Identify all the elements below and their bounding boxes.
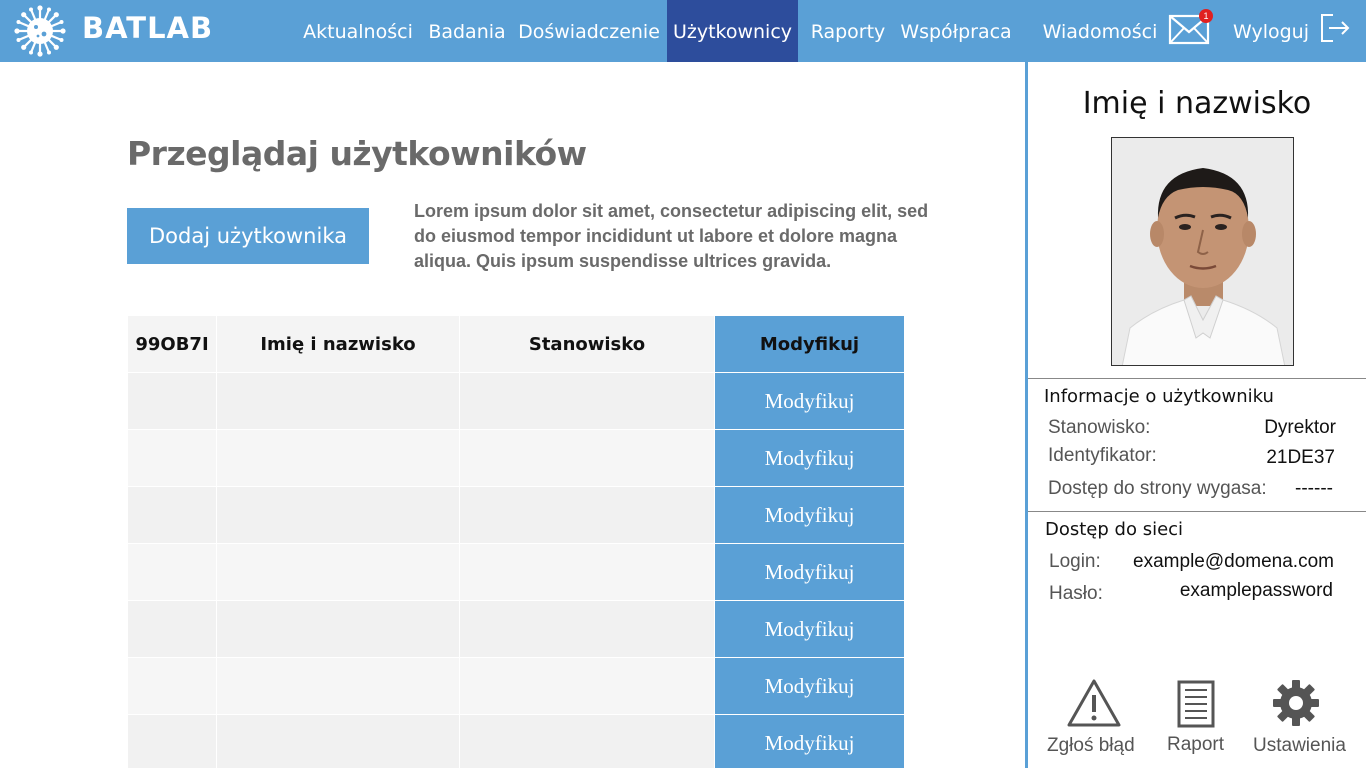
table-row: Modyfikuj xyxy=(127,486,905,544)
position-label: Stanowisko: xyxy=(1048,417,1151,438)
table-cell xyxy=(127,429,217,487)
page-description: Lorem ipsum dolor sit amet, consectetur … xyxy=(414,201,929,271)
section-separator xyxy=(1028,511,1366,512)
table-cell xyxy=(459,486,715,544)
table-cell xyxy=(216,429,460,487)
nav-item-aktualnosci[interactable]: Aktualności xyxy=(296,0,420,62)
table-cell xyxy=(459,600,715,658)
password-value: examplepassword xyxy=(1179,580,1333,601)
section-separator xyxy=(1028,378,1366,379)
password-label: Hasło: xyxy=(1049,583,1103,604)
add-user-button[interactable]: Dodaj użytkownika xyxy=(127,208,369,264)
table-cell xyxy=(216,486,460,544)
table-row: Modyfikuj xyxy=(127,600,905,658)
network-access-title: Dostęp do sieci xyxy=(1045,519,1184,540)
nav-item-uzytkownicy[interactable]: Użytkownicy xyxy=(667,0,798,62)
modify-button[interactable]: Modyfikuj xyxy=(714,372,905,430)
table-cell xyxy=(459,714,715,768)
position-value: Dyrektor xyxy=(1264,417,1336,438)
table-cell xyxy=(127,714,217,768)
nav-item-doswiadczenie[interactable]: Doświadczenie xyxy=(514,0,664,62)
nav-item-wspolpraca[interactable]: Współpraca xyxy=(897,0,1015,62)
modify-button[interactable]: Modyfikuj xyxy=(714,600,905,658)
column-header-id: 99OB7I xyxy=(127,315,217,373)
table-cell xyxy=(127,657,217,715)
brand-logo[interactable]: BATLAB xyxy=(14,5,213,57)
user-info-title: Informacje o użytkowniku xyxy=(1044,386,1274,407)
table-cell xyxy=(216,714,460,768)
table-cell xyxy=(459,543,715,601)
modify-button[interactable]: Modyfikuj xyxy=(714,657,905,715)
nav-item-wiadomosci[interactable]: Wiadomości xyxy=(1036,0,1164,62)
column-header-name: Imię i nazwisko xyxy=(216,315,460,373)
nav-item-raporty[interactable]: Raporty xyxy=(805,0,891,62)
profile-photo xyxy=(1111,137,1294,366)
column-header-position: Stanowisko xyxy=(459,315,715,373)
users-table: 99OB7I Imię i nazwisko Stanowisko Modyfi… xyxy=(127,315,905,768)
virus-logo-icon xyxy=(14,5,66,57)
access-expiry-label: Dostęp do strony wygasa: xyxy=(1048,478,1267,499)
table-cell xyxy=(459,372,715,430)
identifier-label: Identyfikator: xyxy=(1048,445,1157,466)
warning-icon xyxy=(1067,679,1121,727)
access-expiry-value: ------ xyxy=(1295,478,1333,499)
report-error-action[interactable] xyxy=(1066,678,1122,733)
avatar-image xyxy=(1112,138,1293,365)
login-value: example@domena.com xyxy=(1133,551,1334,572)
nav-item-wyloguj[interactable]: Wyloguj xyxy=(1228,0,1314,62)
modify-button[interactable]: Modyfikuj xyxy=(714,714,905,768)
gear-icon xyxy=(1273,680,1319,726)
top-navigation-bar: BATLAB Aktualności Badania Doświadczenie… xyxy=(0,0,1366,62)
modify-button[interactable]: Modyfikuj xyxy=(714,429,905,487)
table-cell xyxy=(459,657,715,715)
table-row: Modyfikuj xyxy=(127,543,905,601)
nav-item-badania[interactable]: Badania xyxy=(424,0,510,62)
modify-button[interactable]: Modyfikuj xyxy=(714,315,905,373)
brand-name: BATLAB xyxy=(82,11,214,45)
unread-badge: 1 xyxy=(1199,9,1213,23)
report-label[interactable]: Raport xyxy=(1167,734,1224,756)
table-cell xyxy=(216,600,460,658)
modify-button[interactable]: Modyfikuj xyxy=(714,543,905,601)
table-cell xyxy=(127,543,217,601)
report-action[interactable] xyxy=(1177,680,1215,733)
sidebar-divider xyxy=(1025,62,1028,768)
table-cell xyxy=(459,429,715,487)
table-cell xyxy=(216,372,460,430)
table-row: Modyfikuj xyxy=(127,429,905,487)
report-error-label[interactable]: Zgłoś błąd xyxy=(1047,735,1135,757)
identifier-value: 21DE37 xyxy=(1266,447,1335,468)
table-row: Modyfikuj xyxy=(127,372,905,430)
table-cell xyxy=(127,372,217,430)
table-cell xyxy=(216,543,460,601)
profile-name: Imię i nazwisko xyxy=(1082,86,1312,121)
settings-action[interactable] xyxy=(1272,679,1320,732)
page-title: Przeglądaj użytkowników xyxy=(127,134,587,173)
modify-button[interactable]: Modyfikuj xyxy=(714,486,905,544)
table-cell xyxy=(216,657,460,715)
document-icon xyxy=(1177,680,1215,728)
table-cell xyxy=(127,600,217,658)
login-label: Login: xyxy=(1049,551,1101,572)
logout-icon[interactable] xyxy=(1319,12,1351,44)
table-row: Modyfikuj xyxy=(127,657,905,715)
settings-label[interactable]: Ustawienia xyxy=(1253,735,1346,757)
table-header-row: 99OB7I Imię i nazwisko Stanowisko Modyfi… xyxy=(127,315,905,373)
table-row: Modyfikuj xyxy=(127,714,905,768)
table-cell xyxy=(127,486,217,544)
